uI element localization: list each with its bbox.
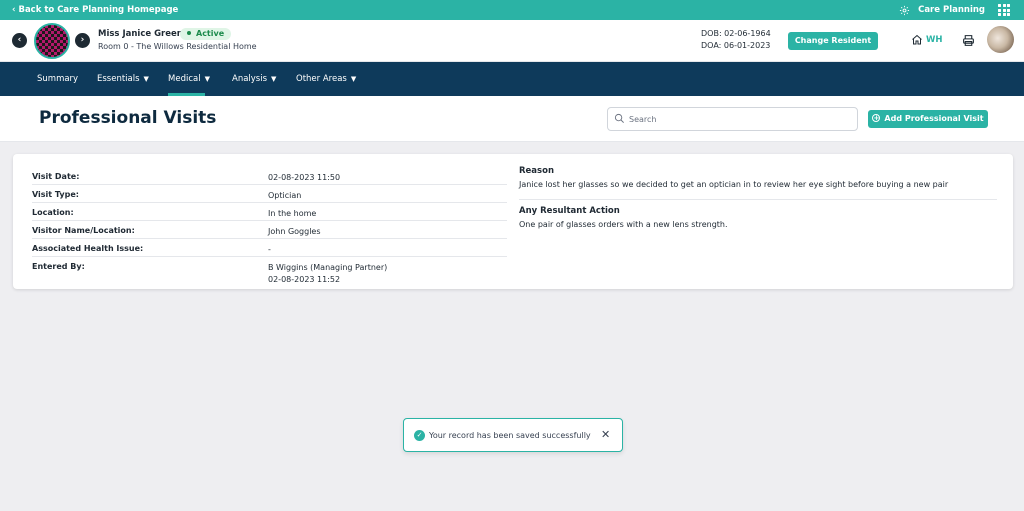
home-selector[interactable]: WH [911, 34, 943, 46]
back-to-homepage-link[interactable]: ‹ Back to Care Planning Homepage [12, 5, 178, 15]
add-button-label: Add Professional Visit [884, 114, 984, 123]
chevron-down-icon: ▼ [143, 75, 149, 83]
search-box[interactable] [607, 107, 858, 131]
field-value: In the home [268, 209, 317, 218]
action-title: Any Resultant Action [519, 206, 620, 216]
nav-item-summary[interactable]: Summary [37, 74, 78, 84]
field-value: Optician [268, 191, 302, 200]
date-of-birth: DOB: 02-06-1964 [701, 29, 771, 38]
chevron-down-icon: ▼ [204, 75, 210, 83]
page-header: Professional Visits +Add Professional Vi… [0, 96, 1024, 142]
search-icon [614, 113, 624, 123]
top-bar-right: Care Planning [899, 4, 1010, 16]
field-label: Location: [32, 208, 74, 217]
field-value: B Wiggins (Managing Partner) 02-08-2023 … [268, 262, 387, 286]
field-value: 02-08-2023 11:50 [268, 173, 341, 182]
section-divider [519, 199, 997, 200]
reason-text: Janice lost her glasses so we decided to… [519, 180, 949, 189]
field-row-visitor-name: Visitor Name/Location: John Goggles [32, 221, 507, 239]
home-icon [912, 34, 922, 45]
field-label: Visit Type: [32, 190, 79, 199]
printer-icon[interactable] [962, 34, 975, 47]
visit-card: Visit Date: 02-08-2023 11:50 Visit Type:… [13, 154, 1013, 289]
nav-item-analysis[interactable]: Analysis ▼ [232, 74, 276, 84]
field-value: - [268, 245, 271, 254]
field-label: Associated Health Issue: [32, 244, 144, 253]
plus-circle-icon: + [872, 113, 881, 122]
entered-by-date: 02-08-2023 11:52 [268, 275, 341, 284]
app-name[interactable]: Care Planning [918, 5, 985, 15]
resident-room: Room 0 - The Willows Residential Home [98, 42, 257, 51]
toast-message: Your record has been saved successfully [429, 431, 591, 440]
gear-icon[interactable] [899, 5, 910, 16]
page-title: Professional Visits [39, 108, 217, 128]
resident-avatar [34, 23, 70, 59]
previous-resident-button[interactable]: ‹ [12, 33, 27, 48]
status-dot-icon [187, 30, 191, 35]
main-nav: Summary Essentials ▼ Medical ▼ Analysis ▼ O… [0, 62, 1024, 96]
close-icon[interactable]: ✕ [601, 428, 610, 441]
user-avatar[interactable] [987, 26, 1014, 53]
apps-grid-icon[interactable] [998, 4, 1010, 16]
field-row-location: Location: In the home [32, 203, 507, 221]
back-link-label: Back to Care Planning Homepage [18, 5, 179, 15]
change-resident-button[interactable]: Change Resident [788, 32, 878, 50]
entered-by-name: B Wiggins (Managing Partner) [268, 263, 388, 272]
status-label: Active [196, 29, 225, 38]
check-circle-icon: ✓ [414, 430, 425, 441]
add-professional-visit-button[interactable]: + Add Professional Visit [868, 110, 988, 128]
resident-name: Miss Janice Green [98, 29, 183, 39]
nav-label: Summary [37, 74, 79, 84]
reason-title: Reason [519, 166, 554, 176]
nav-label: Analysis [232, 74, 268, 84]
status-badge: Active [180, 28, 232, 40]
field-row-visit-date: Visit Date: 02-08-2023 11:50 [32, 167, 507, 185]
home-code: WH [926, 35, 943, 45]
nav-label: Other Areas [296, 74, 347, 84]
field-value: John Goggles [268, 227, 321, 236]
field-row-health-issue: Associated Health Issue: - [32, 239, 507, 257]
field-label: Entered By: [32, 262, 85, 271]
nav-label: Essentials [97, 74, 140, 84]
top-bar: ‹ Back to Care Planning Homepage Care Pl… [0, 0, 1024, 20]
chevron-down-icon: ▼ [271, 75, 277, 83]
success-toast: ✓ Your record has been saved successfull… [403, 418, 623, 452]
nav-label: Medical [168, 74, 201, 84]
field-label: Visitor Name/Location: [32, 226, 135, 235]
resident-header: ‹ › Miss Janice Green Active Room 0 - Th… [0, 20, 1024, 62]
nav-item-other-areas[interactable]: Other Areas ▼ [296, 74, 356, 84]
next-resident-button[interactable]: › [75, 33, 90, 48]
field-row-visit-type: Visit Type: Optician [32, 185, 507, 203]
field-row-entered-by: Entered By: B Wiggins (Managing Partner)… [32, 257, 507, 287]
chevron-down-icon: ▼ [350, 75, 357, 83]
date-of-admission: DOA: 06-01-2023 [701, 41, 771, 50]
nav-item-medical[interactable]: Medical ▼ [168, 74, 210, 84]
field-label: Visit Date: [32, 172, 80, 181]
search-input[interactable] [629, 112, 849, 127]
action-text: One pair of glasses orders with a new le… [519, 220, 728, 229]
nav-item-essentials[interactable]: Essentials ▼ [97, 74, 149, 84]
